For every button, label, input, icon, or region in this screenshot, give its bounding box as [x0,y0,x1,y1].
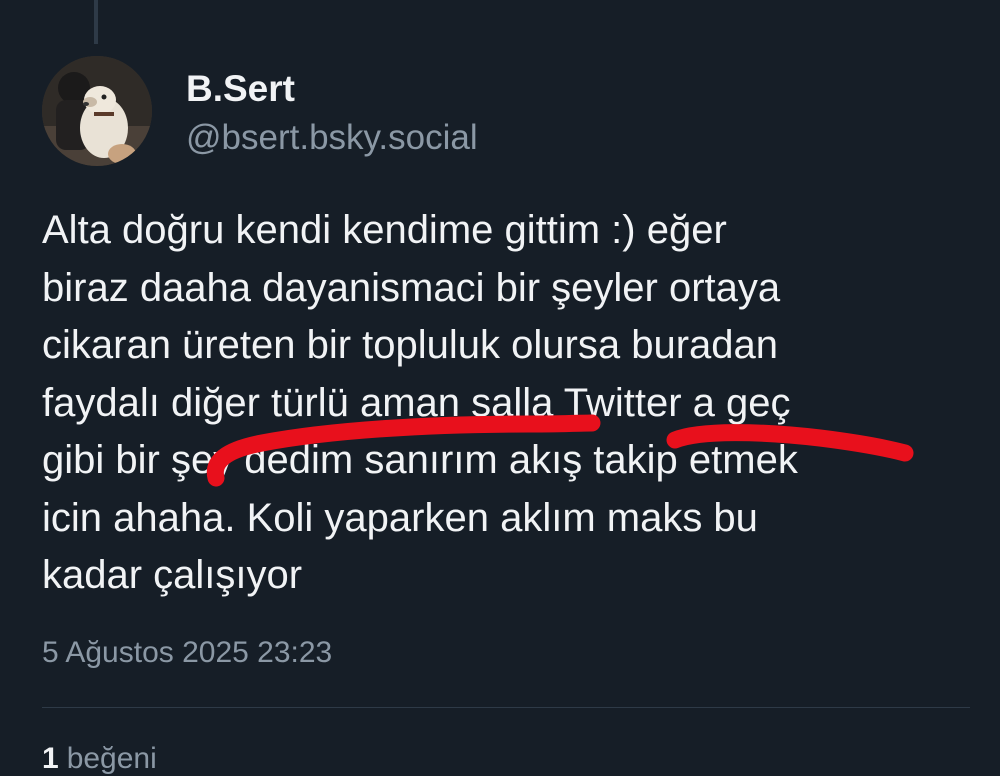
avatar-photo-icon [42,56,152,166]
author-display-name[interactable]: B.Sert [186,68,295,110]
post-text-line: gibi bir şey dedim sanırım akış takip et… [42,438,798,482]
post-text-line: faydalı diğer türlü aman salla Twitter a… [42,380,791,425]
likes-count-link[interactable]: 1 beğeni [42,742,157,776]
likes-count: 1 [42,742,59,775]
avatar[interactable] [42,56,152,166]
author-handle[interactable]: @bsert.bsky.social [186,118,478,158]
post-text-line: Alta doğru kendi kendime gittim :) eğer [42,208,727,252]
post-timestamp[interactable]: 5 Ağustos 2025 23:23 [42,636,332,670]
post-text: Alta doğru kendi kendime gittim :) eğer … [42,202,972,605]
post-text-line: icin ahaha. Koli yaparken aklım maks bu [42,495,758,540]
divider [42,707,970,708]
likes-label: beğeni [66,742,157,775]
post-text-line: cikaran üreten bir topluluk olursa burad… [42,323,778,367]
post-text-line: biraz daaha dayanismaci bir şeyler ortay… [42,265,781,310]
post-text-line: kadar çalışıyor [42,553,303,597]
thread-connector-line [94,0,98,44]
